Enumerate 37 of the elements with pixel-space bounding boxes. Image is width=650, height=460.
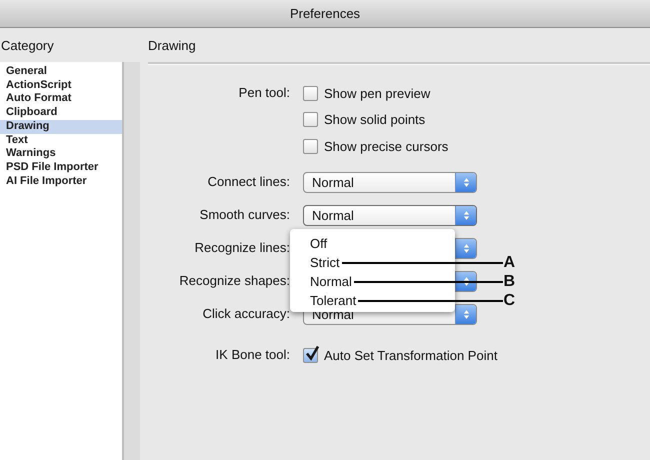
sidebar-heading: Category <box>1 38 54 52</box>
checkbox[interactable] <box>303 86 318 100</box>
field-label: Recognize shapes: <box>178 272 290 290</box>
stepper-arrows-icon <box>455 206 476 225</box>
dropdown[interactable]: Normal <box>303 205 477 226</box>
field-label: Connect lines: <box>206 173 290 191</box>
dropdown[interactable]: Normal <box>303 172 477 193</box>
field-label: IK Bone tool: <box>214 346 290 364</box>
sidebar-item[interactable]: PSD File Importer <box>0 160 122 175</box>
sidebar-item[interactable]: Drawing <box>0 120 122 134</box>
stepper-arrows-icon <box>455 173 476 192</box>
callout-label: C <box>503 292 515 309</box>
callout-label: B <box>503 273 515 290</box>
checkbox[interactable] <box>303 112 318 127</box>
menu-item[interactable]: Off <box>310 235 328 252</box>
sidebar-item[interactable]: Clipboard <box>0 106 122 120</box>
field-label: Recognize lines: <box>194 239 290 257</box>
menu-item[interactable]: Strict <box>310 254 340 271</box>
window-title: Preferences <box>290 6 360 21</box>
sidebar-item[interactable]: ActionScript <box>0 78 122 92</box>
menu-item[interactable]: Normal <box>310 273 352 290</box>
sidebar-item[interactable]: Warnings <box>0 147 122 161</box>
panel-heading: Drawing <box>148 38 196 52</box>
sidebar-item[interactable]: AI File Importer <box>0 174 122 188</box>
checkbox-label[interactable]: Show pen preview <box>324 86 430 100</box>
checkbox-label[interactable]: Show solid points <box>324 112 426 127</box>
checkbox-label[interactable]: Auto Set Transformation Point <box>324 348 498 362</box>
checkbox-label[interactable]: Show precise cursors <box>324 138 448 154</box>
field-label: Smooth curves: <box>198 206 290 224</box>
sidebar-item[interactable]: Text <box>0 134 122 148</box>
sidebar-item[interactable]: General <box>0 65 122 79</box>
field-label: Pen tool: <box>238 84 290 102</box>
sidebar-item[interactable]: Auto Format <box>0 92 122 106</box>
checkbox[interactable] <box>303 348 318 362</box>
field-label: Click accuracy: <box>202 305 290 323</box>
callout-label: A <box>503 254 515 271</box>
checkbox[interactable] <box>303 138 318 154</box>
